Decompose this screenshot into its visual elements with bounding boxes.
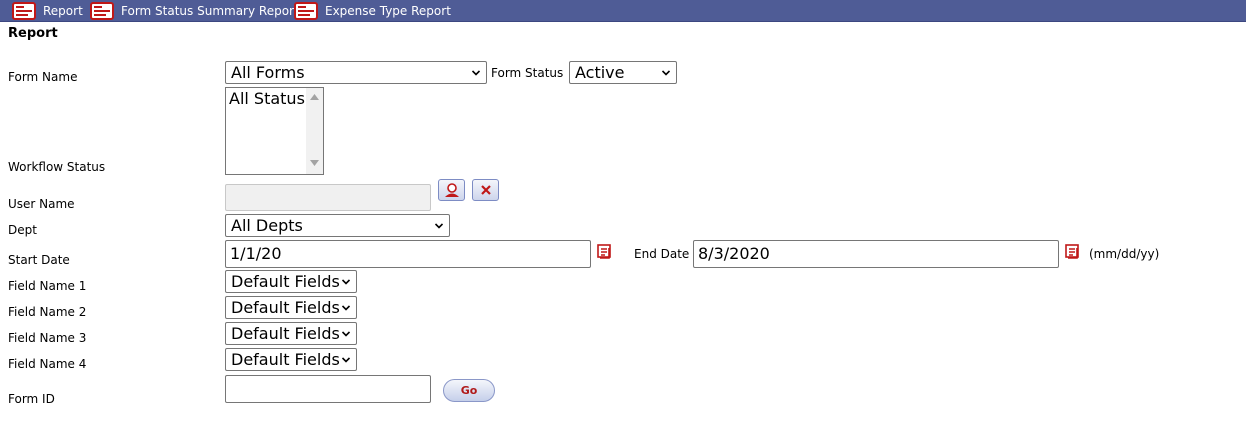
field-name-3-label: Field Name 3 [8, 331, 87, 345]
calendar-icon[interactable] [1065, 243, 1081, 259]
scroll-up-icon [310, 94, 319, 100]
report-icon [90, 2, 114, 20]
form-name-label: Form Name [8, 70, 78, 84]
form-name-value: All Forms [231, 63, 305, 82]
chevron-down-icon [342, 357, 350, 363]
workflow-status-listbox[interactable]: All Status [225, 87, 324, 175]
toolbar-item-label: Expense Type Report [325, 4, 451, 18]
user-name-input[interactable] [225, 184, 431, 211]
start-date-input[interactable]: 1/1/20 [225, 240, 591, 268]
go-button[interactable]: Go [443, 379, 495, 402]
form-status-select[interactable]: Active [569, 61, 677, 84]
user-lookup-button[interactable] [438, 179, 465, 201]
toolbar-item-report[interactable]: Report [12, 0, 83, 22]
field-name-3-value: Default Fields [231, 324, 340, 343]
field-name-2-label: Field Name 2 [8, 305, 87, 319]
form-status-label: Form Status [491, 66, 564, 80]
start-date-label: Start Date [8, 253, 70, 267]
field-name-1-select[interactable]: Default Fields [225, 270, 357, 293]
field-name-1-label: Field Name 1 [8, 279, 87, 293]
report-toolbar: Report Form Status Summary Report Expens… [0, 0, 1246, 22]
field-name-2-value: Default Fields [231, 298, 340, 317]
user-lookup-icon [444, 183, 459, 197]
report-icon [294, 2, 318, 20]
chevron-down-icon [662, 70, 670, 76]
toolbar-item-expense-type[interactable]: Expense Type Report [294, 0, 451, 22]
chevron-down-icon [342, 305, 350, 311]
field-name-1-value: Default Fields [231, 272, 340, 291]
field-name-4-label: Field Name 4 [8, 357, 87, 371]
form-id-input[interactable] [225, 375, 431, 403]
field-name-4-value: Default Fields [231, 350, 340, 369]
list-item[interactable]: All Status [229, 89, 305, 108]
chevron-down-icon [342, 279, 350, 285]
page-title: Report [8, 26, 58, 41]
user-name-label: User Name [8, 197, 75, 211]
form-status-value: Active [575, 63, 625, 82]
form-name-select[interactable]: All Forms [225, 61, 487, 84]
dept-label: Dept [8, 223, 37, 237]
chevron-down-icon [435, 223, 443, 229]
dept-select[interactable]: All Depts [225, 214, 450, 237]
form-id-label: Form ID [8, 392, 55, 406]
listbox-scrollbar[interactable] [306, 88, 323, 174]
scroll-down-icon [310, 160, 319, 166]
chevron-down-icon [342, 331, 350, 337]
end-date-label: End Date [634, 247, 690, 261]
report-icon [12, 2, 36, 20]
workflow-status-label: Workflow Status [8, 160, 106, 174]
toolbar-item-label: Form Status Summary Report [121, 4, 299, 18]
date-format-hint: (mm/dd/yy) [1089, 247, 1160, 261]
close-icon [480, 185, 491, 195]
dept-value: All Depts [231, 216, 303, 235]
field-name-3-select[interactable]: Default Fields [225, 322, 357, 345]
toolbar-item-label: Report [43, 4, 83, 18]
end-date-input[interactable]: 8/3/2020 [693, 240, 1059, 268]
field-name-4-select[interactable]: Default Fields [225, 348, 357, 371]
field-name-2-select[interactable]: Default Fields [225, 296, 357, 319]
toolbar-item-form-status-summary[interactable]: Form Status Summary Report [90, 0, 299, 22]
calendar-icon[interactable] [597, 243, 613, 259]
clear-user-button[interactable] [472, 179, 499, 201]
chevron-down-icon [472, 70, 480, 76]
